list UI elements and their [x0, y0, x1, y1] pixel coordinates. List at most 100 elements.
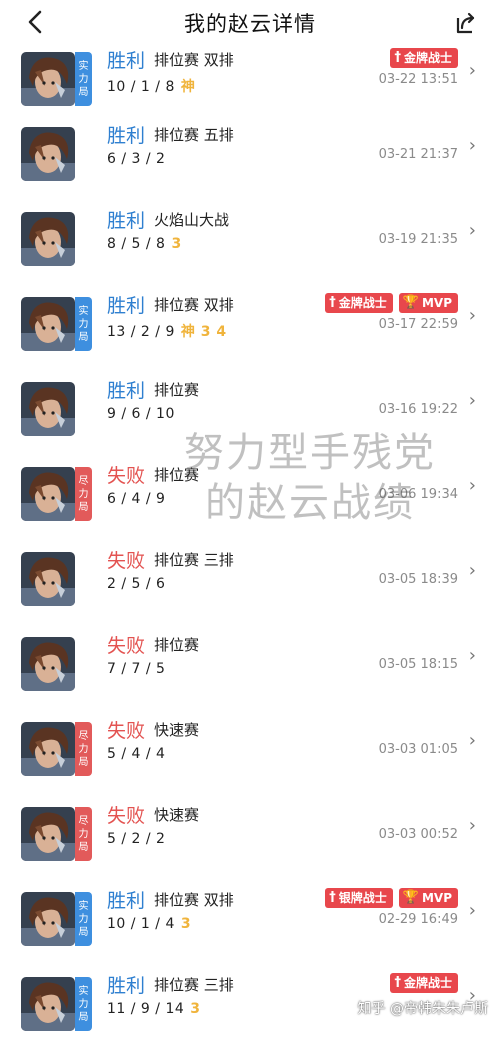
badge-group: † 金牌战士: [390, 48, 458, 68]
match-row[interactable]: 实力局胜利 排位赛 双排 10 / 1 / 4 3 † 银牌战士 🏆 MVP 02-29 16:…: [0, 888, 500, 977]
kda-stats: 9 / 6 / 10: [107, 406, 175, 422]
kda-value: 9 / 6 / 10: [107, 406, 175, 422]
hero-avatar: [21, 552, 75, 606]
kda-stats: 8 / 5 / 8 3: [107, 236, 182, 252]
kda-value: 5 / 4 / 4: [107, 746, 166, 762]
chevron-right-icon: ›: [468, 220, 476, 241]
hero-avatar: [21, 722, 75, 776]
sword-icon: †: [394, 50, 401, 65]
hero-portrait-icon: [21, 467, 75, 521]
hero-portrait-icon: [21, 212, 75, 266]
kda-value: 10 / 1 / 8: [107, 79, 175, 95]
kda-stats: 10 / 1 / 8 神: [107, 76, 195, 96]
badge-label: 金牌战士: [338, 296, 387, 310]
match-date: 03-17 22:59: [378, 317, 458, 332]
match-result: 胜利: [107, 295, 146, 317]
kda-stats: 5 / 4 / 4: [107, 746, 165, 762]
kda-stats: 2 / 5 / 6: [107, 576, 165, 592]
badge-group: † 金牌战士: [390, 973, 458, 993]
match-mode: 排位赛: [154, 381, 200, 399]
match-result: 失败: [107, 805, 146, 827]
kda-value: 13 / 2 / 9: [107, 324, 175, 340]
tag-char: 尽: [78, 815, 89, 827]
match-row[interactable]: 胜利 排位赛 五排 6 / 3 / 2 03-21 21:37 ›: [0, 125, 500, 212]
match-row[interactable]: 实力局胜利 排位赛 三排 11 / 9 / 14 3 † 金牌战士 ›: [0, 973, 500, 1062]
match-result: 胜利: [107, 210, 146, 232]
kda-stats: 13 / 2 / 9 神 3 4: [107, 321, 227, 341]
badge-group: † 银牌战士 🏆 MVP: [325, 888, 458, 908]
credit-text: 知乎 @帝韩朱朱卢斯: [357, 1001, 488, 1017]
mvp-badge: 🏆 MVP: [398, 888, 458, 908]
watermark-line: 努力型手残党: [184, 430, 436, 476]
match-mode: 排位赛 三排: [154, 551, 234, 569]
tag-char: 局: [78, 756, 89, 768]
hero-avatar: [21, 977, 75, 1031]
match-result: 失败: [107, 550, 146, 572]
tag-char: 尽: [78, 475, 89, 487]
match-date: 03-05 18:15: [378, 657, 458, 672]
tag-char: 力: [78, 488, 89, 500]
match-type-tag: 尽力局: [75, 722, 92, 776]
title-badge: † 金牌战士: [390, 48, 458, 68]
highlight-marks: 神 3 4: [180, 324, 227, 340]
tag-char: 力: [78, 913, 89, 925]
hero-portrait-icon: [21, 637, 75, 691]
match-row[interactable]: 失败 排位赛 三排 2 / 5 / 6 03-05 18:39 ›: [0, 550, 500, 637]
tag-char: 局: [78, 501, 89, 513]
chevron-right-icon: ›: [468, 305, 476, 326]
share-icon[interactable]: [452, 10, 478, 36]
match-row[interactable]: 实力局胜利 排位赛 双排 10 / 1 / 8 神 † 金牌战士 03-22 13:51 ›: [0, 48, 500, 137]
match-result: 胜利: [107, 380, 146, 402]
hero-avatar: [21, 892, 75, 946]
match-mode: 快速赛: [154, 721, 200, 739]
match-result: 胜利: [107, 890, 146, 912]
match-result: 失败: [107, 720, 146, 742]
chevron-right-icon: ›: [468, 560, 476, 581]
match-date: 03-03 01:05: [378, 742, 458, 757]
kda-value: 11 / 9 / 14: [107, 1001, 185, 1017]
sword-icon: †: [329, 890, 336, 905]
match-result: 失败: [107, 465, 146, 487]
chevron-right-icon: ›: [468, 815, 476, 836]
match-mode: 快速赛: [154, 806, 200, 824]
tag-char: 力: [78, 743, 89, 755]
highlight-marks: 神: [180, 79, 196, 95]
chevron-right-icon: ›: [468, 645, 476, 666]
match-row[interactable]: 实力局胜利 排位赛 双排 13 / 2 / 9神 3 4 † 金牌战士 🏆 MVP 03-17…: [0, 293, 500, 382]
tag-char: 局: [78, 926, 89, 938]
kda-stats: 11 / 9 / 14 3: [107, 1001, 201, 1017]
match-type-tag: 尽力局: [75, 807, 92, 861]
match-result: 胜利: [107, 50, 146, 72]
match-date: 03-22 13:51: [378, 72, 458, 87]
match-type-tag: 实力局: [75, 892, 92, 946]
match-mode: 排位赛 三排: [154, 976, 234, 994]
kda-value: 2 / 5 / 6: [107, 576, 166, 592]
top-bar: 我的赵云详情: [0, 0, 500, 46]
tag-char: 实: [78, 60, 89, 72]
match-row[interactable]: 失败 排位赛 7 / 7 / 5 03-05 18:15 ›: [0, 635, 500, 722]
match-row[interactable]: 尽力局失败 快速赛 5 / 2 / 2 03-03 00:52 ›: [0, 805, 500, 892]
tag-char: 局: [78, 86, 89, 98]
trophy-icon: 🏆: [402, 890, 419, 905]
match-row[interactable]: 胜利 火焰山大战 8 / 5 / 8 3 03-19 21:35 ›: [0, 210, 500, 297]
kda-stats: 7 / 7 / 5: [107, 661, 165, 677]
page-title: 我的赵云详情: [184, 12, 316, 36]
match-row[interactable]: 尽力局失败 快速赛 5 / 4 / 4 03-03 01:05 ›: [0, 720, 500, 807]
match-date: 02-29 16:49: [378, 912, 458, 927]
chevron-right-icon: ›: [468, 390, 476, 411]
tag-char: 力: [78, 828, 89, 840]
highlight-marks: 3: [171, 236, 182, 252]
hero-portrait-icon: [21, 892, 75, 946]
chevron-right-icon: ›: [468, 135, 476, 156]
kda-value: 10 / 1 / 4: [107, 916, 175, 932]
tag-char: 力: [78, 318, 89, 330]
sword-icon: †: [394, 975, 401, 990]
badge-label: MVP: [421, 296, 452, 310]
match-mode: 排位赛 双排: [154, 296, 234, 314]
hero-avatar: [21, 52, 75, 106]
kda-stats: 5 / 2 / 2: [107, 831, 165, 847]
hero-avatar: [21, 382, 75, 436]
tag-char: 力: [78, 998, 89, 1010]
trophy-icon: 🏆: [402, 295, 419, 310]
hero-portrait-icon: [21, 807, 75, 861]
